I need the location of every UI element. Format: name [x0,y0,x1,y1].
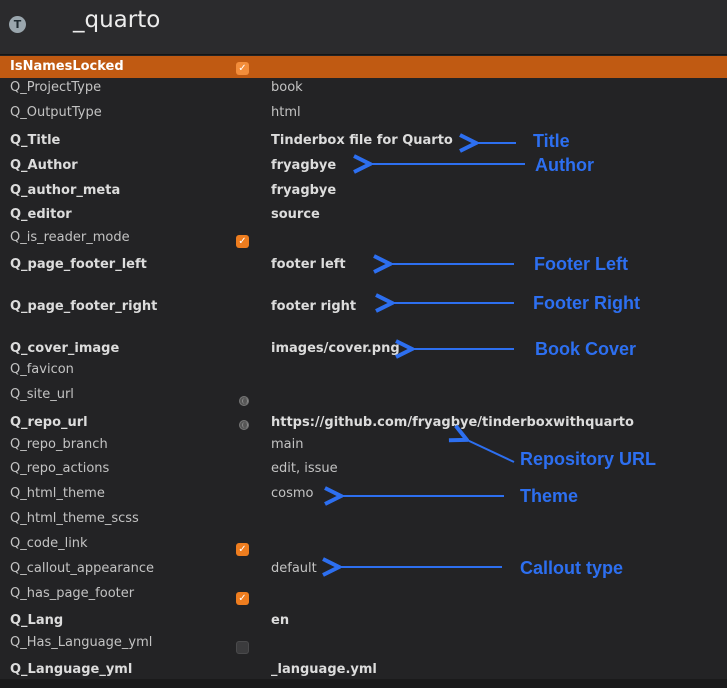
annotation-footer-right: Footer Right [533,293,640,313]
annotation-theme: Theme [520,486,579,506]
annotation-book-cover: Book Cover [535,339,637,359]
repository-url-arrow [465,439,515,463]
annotation-title: Title [533,131,570,151]
annotation-repository-url: Repository URL [520,449,657,469]
annotation-footer-left: Footer Left [534,254,628,274]
annotation-callout-type: Callout type [520,558,624,578]
annotation-author: Author [535,155,594,175]
